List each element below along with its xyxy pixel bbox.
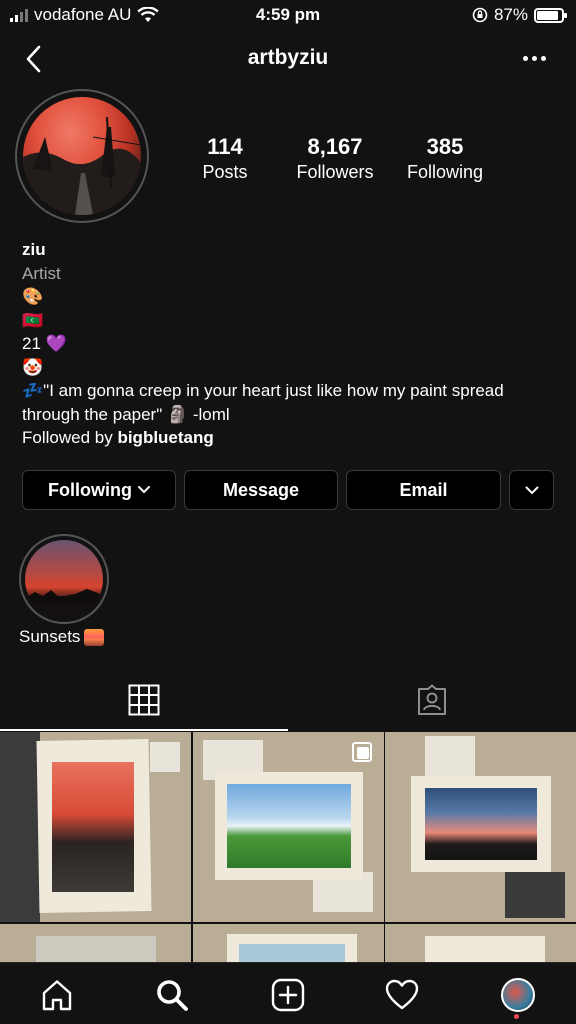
stat-followers[interactable]: 8,167 Followers bbox=[280, 134, 390, 183]
profile-avatar-ring[interactable] bbox=[15, 89, 149, 223]
chevron-down-icon bbox=[137, 486, 150, 494]
nav-create-post[interactable] bbox=[268, 975, 308, 1015]
profile-avatar-small bbox=[501, 978, 535, 1012]
stat-label: Following bbox=[406, 162, 484, 182]
email-button-label: Email bbox=[399, 479, 448, 500]
following-button-label: Following bbox=[48, 479, 132, 500]
highlight-sunset-image bbox=[25, 589, 103, 618]
stat-value: 8,167 bbox=[307, 134, 363, 159]
profile-bio: ziu Artist 🎨 🇲🇻 21 💜 🤡 💤"I am gonna cree… bbox=[22, 238, 562, 450]
email-button[interactable]: Email bbox=[346, 470, 501, 510]
avatar-sunset-painting bbox=[23, 116, 141, 215]
tab-grid[interactable] bbox=[0, 668, 288, 732]
message-button-label: Message bbox=[222, 479, 300, 500]
post-thumbnail[interactable] bbox=[0, 732, 191, 922]
followed-by-user[interactable]: bigbluetang bbox=[117, 428, 213, 447]
nav-profile[interactable] bbox=[498, 975, 538, 1015]
suggested-dropdown-button[interactable] bbox=[509, 470, 554, 510]
stat-label: Followers bbox=[296, 162, 374, 182]
post-scrap bbox=[150, 742, 180, 772]
bio-quote: 💤"I am gonna creep in your heart just li… bbox=[22, 381, 504, 424]
profile-display-name: ziu bbox=[22, 240, 46, 259]
highlight-label-text: Sunsets bbox=[19, 627, 81, 646]
status-bar: vodafone AU 4:59 pm 87% bbox=[0, 0, 576, 30]
profile-username: artbyziu bbox=[247, 46, 329, 69]
highlight-cover bbox=[25, 540, 103, 618]
home-icon bbox=[42, 980, 72, 1011]
bottom-navigation bbox=[0, 962, 576, 1024]
profile-avatar bbox=[23, 97, 141, 215]
post-paper bbox=[425, 936, 545, 964]
post-scrap bbox=[425, 736, 475, 776]
notification-dot bbox=[514, 1014, 519, 1019]
following-button[interactable]: Following bbox=[22, 470, 176, 510]
sunset-emoji-icon bbox=[84, 628, 105, 646]
post-painting bbox=[226, 784, 351, 868]
nav-activity[interactable] bbox=[382, 975, 422, 1015]
stat-posts[interactable]: 114 Posts bbox=[170, 134, 280, 183]
post-backdrop bbox=[505, 872, 565, 918]
post-painting bbox=[52, 762, 134, 892]
bio-line: 🇲🇻 bbox=[22, 310, 44, 330]
post-paper bbox=[36, 936, 156, 964]
search-icon bbox=[157, 980, 188, 1011]
highlight-sunsets[interactable] bbox=[19, 534, 109, 624]
post-thumbnail[interactable] bbox=[192, 732, 384, 922]
highlight-label: Sunsets bbox=[19, 627, 129, 647]
tab-tagged[interactable] bbox=[288, 668, 576, 732]
battery-fill bbox=[537, 10, 558, 20]
more-horizontal-icon[interactable] bbox=[523, 56, 546, 61]
carousel-icon bbox=[351, 742, 372, 762]
nav-home[interactable] bbox=[37, 975, 77, 1015]
posts-grid bbox=[0, 732, 576, 964]
followed-by-prefix: Followed by bbox=[22, 428, 113, 447]
nav-search[interactable] bbox=[152, 975, 192, 1015]
battery-icon bbox=[534, 7, 567, 23]
profile-category: Artist bbox=[22, 263, 61, 283]
orientation-lock-icon bbox=[472, 7, 488, 23]
post-thumbnail[interactable] bbox=[385, 924, 576, 964]
bio-line: 21 💜 bbox=[22, 334, 67, 353]
profile-header: artbyziu bbox=[0, 36, 576, 82]
active-tab-indicator bbox=[0, 729, 288, 731]
stat-label: Posts bbox=[202, 162, 248, 182]
activity-heart-icon bbox=[385, 979, 419, 1010]
profile-tabs bbox=[0, 668, 576, 732]
stat-value: 114 bbox=[207, 134, 243, 159]
post-backdrop bbox=[0, 732, 40, 922]
battery-group: 87% bbox=[472, 5, 567, 25]
bio-line: 🎨 bbox=[22, 287, 44, 306]
create-post-icon bbox=[271, 978, 305, 1012]
chevron-down-icon bbox=[525, 486, 538, 494]
post-painting bbox=[425, 788, 537, 860]
profile-stats: 114 Posts 8,167 Followers 385 Following bbox=[170, 134, 500, 183]
tagged-user-icon bbox=[418, 684, 446, 715]
post-thumbnail[interactable] bbox=[0, 924, 191, 964]
message-button[interactable]: Message bbox=[184, 470, 338, 510]
post-thumbnail[interactable] bbox=[385, 732, 576, 922]
grid-icon bbox=[128, 684, 160, 716]
stat-following[interactable]: 385 Following bbox=[390, 134, 500, 183]
post-painting bbox=[238, 944, 345, 964]
followed-by[interactable]: Followed by bigbluetang bbox=[22, 426, 562, 450]
post-thumbnail[interactable] bbox=[192, 924, 384, 964]
stat-value: 385 bbox=[426, 134, 464, 159]
bio-line: 🤡 bbox=[22, 357, 44, 377]
battery-percent: 87% bbox=[493, 5, 528, 24]
